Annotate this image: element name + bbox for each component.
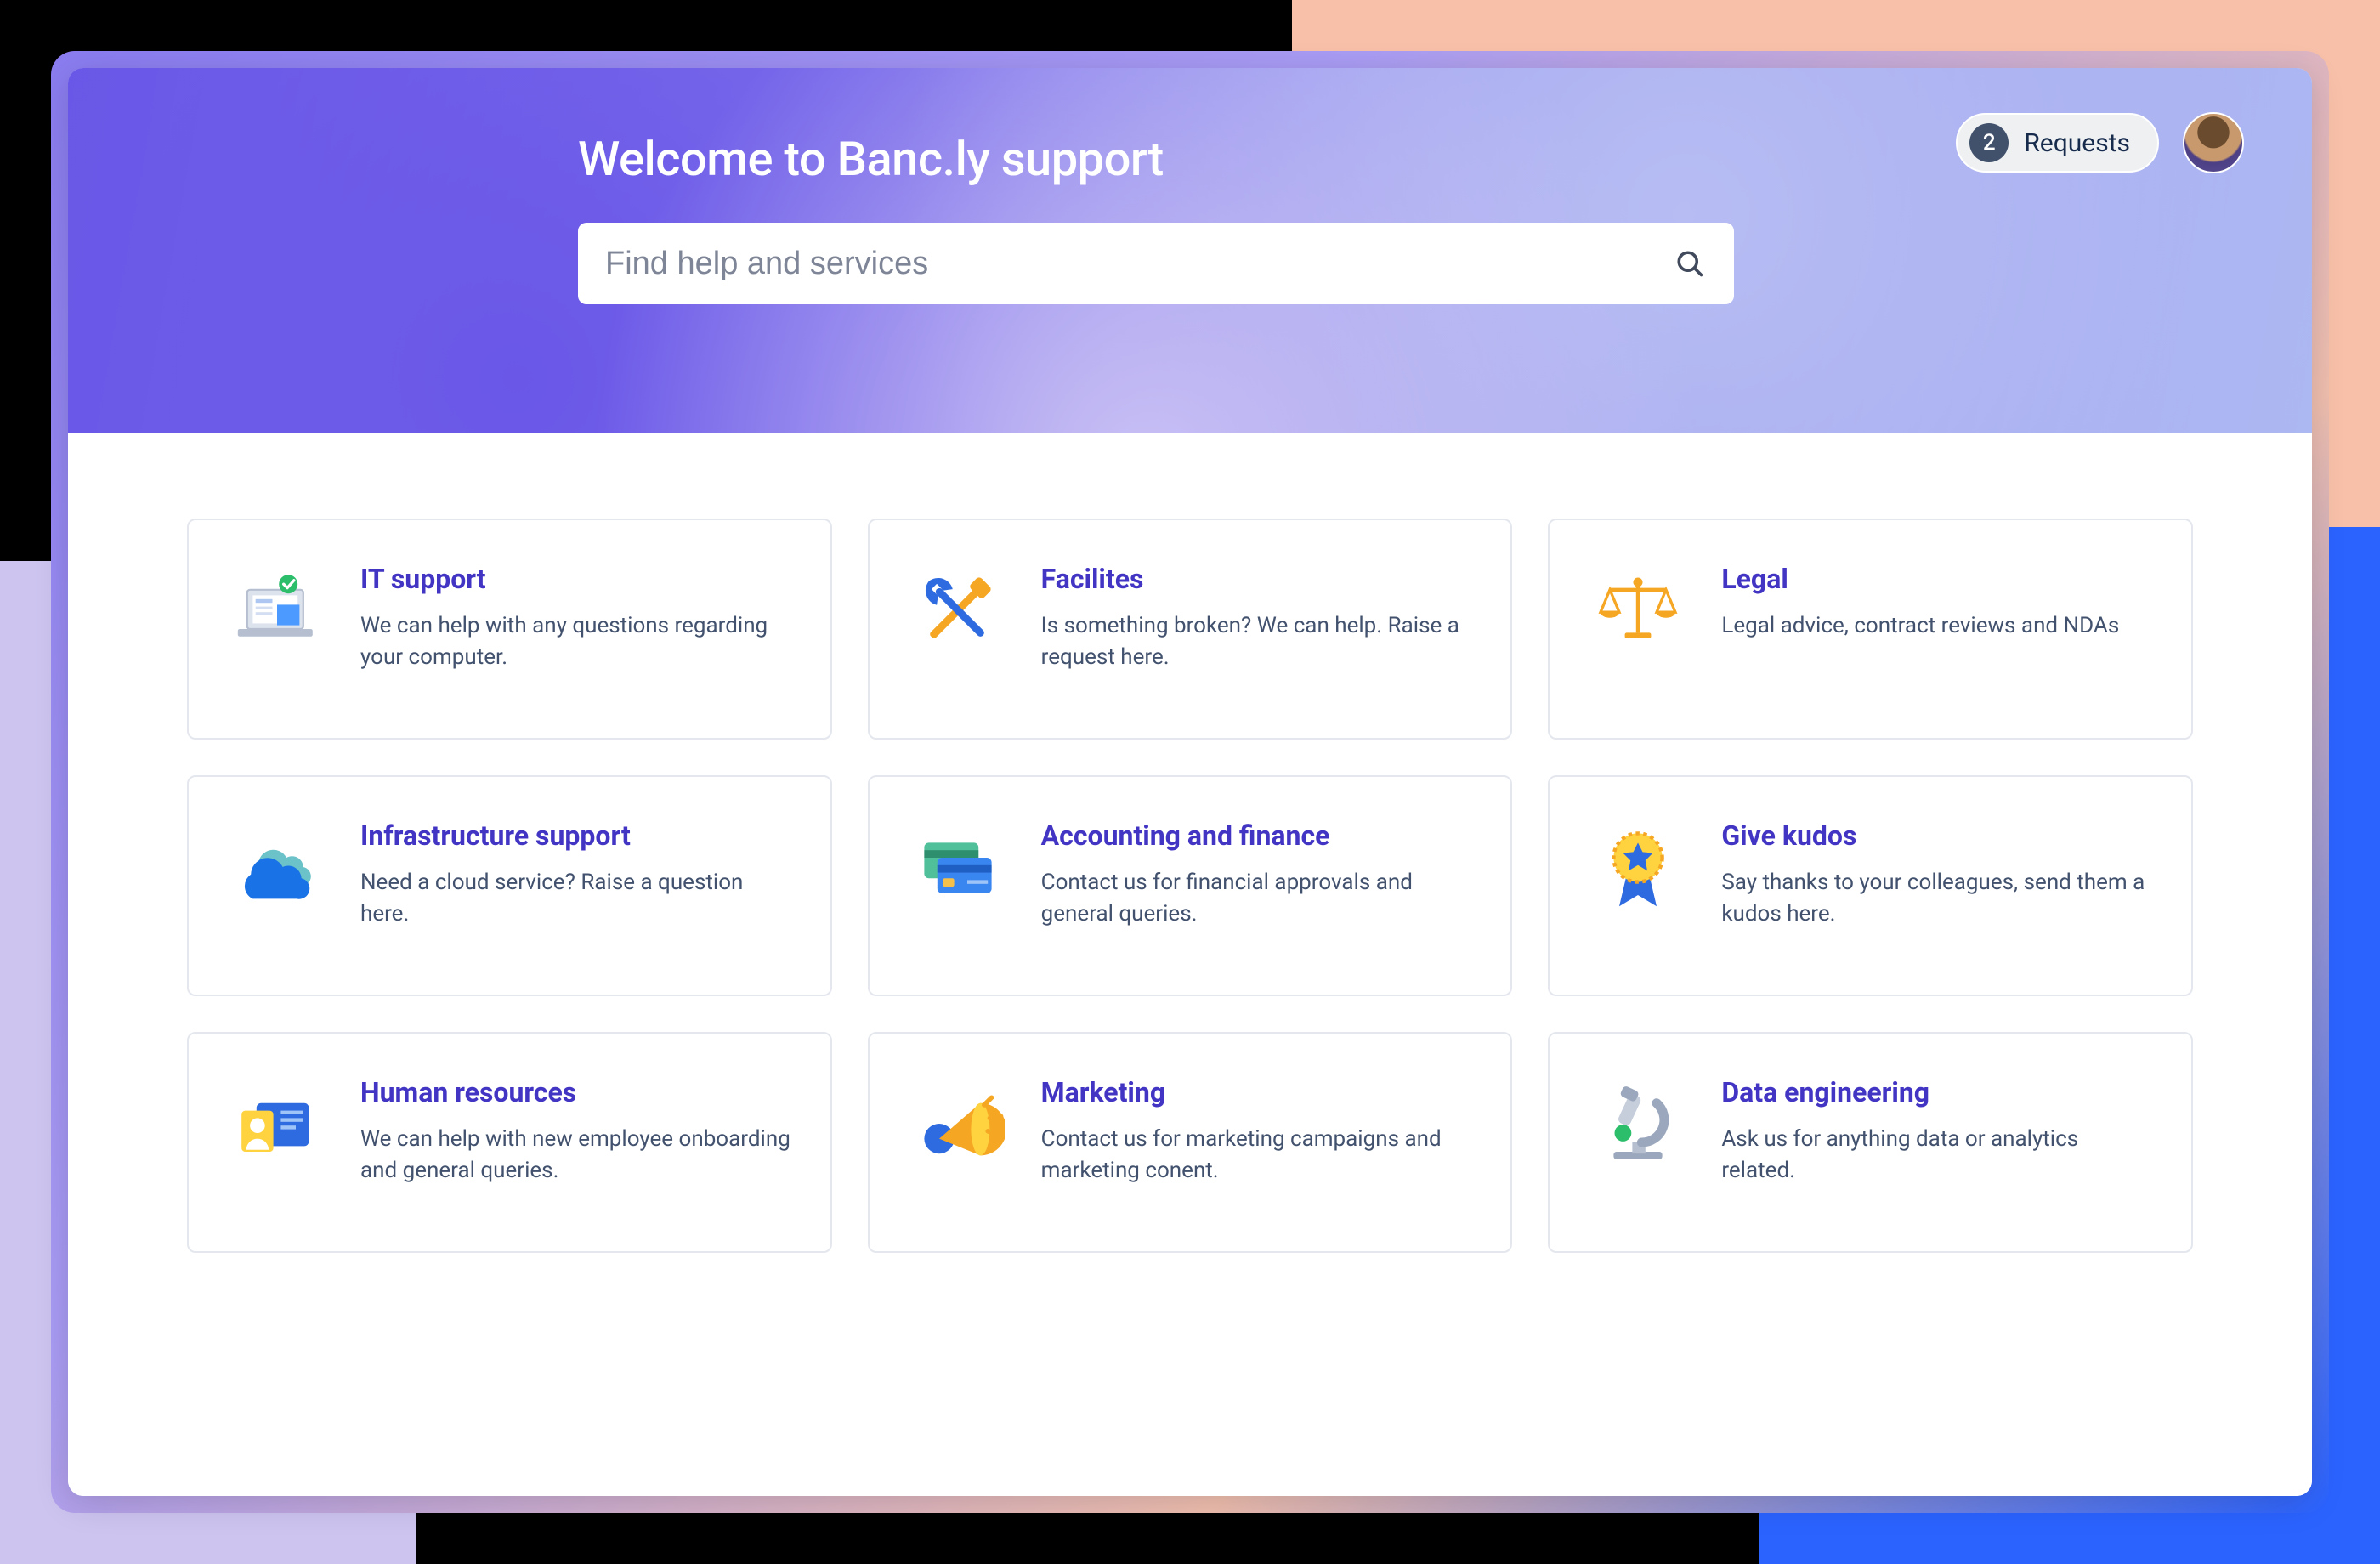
megaphone-icon [907,1073,1009,1175]
card-desc: Contact us for marketing campaigns and m… [1041,1124,1474,1187]
content-area: IT support We can help with any question… [68,434,2312,1496]
card-desc: Contact us for financial approvals and g… [1041,867,1474,930]
card-desc: Say thanks to your colleagues, send them… [1721,867,2154,930]
page-stage: 2 Requests Welcome to Banc.ly support [0,0,2380,1564]
card-infrastructure[interactable]: Infrastructure support Need a cloud serv… [187,775,832,996]
card-title: Accounting and finance [1041,819,1474,852]
card-title: IT support [360,563,793,595]
search-input[interactable] [578,223,1734,304]
card-desc: We can help with new employee onboarding… [360,1124,793,1187]
card-title: Legal [1721,563,2154,595]
cloud-icon [226,816,328,918]
credit-cards-icon [907,816,1009,918]
requests-count-badge: 2 [1969,123,2009,162]
requests-button[interactable]: 2 Requests [1956,113,2159,173]
scales-icon [1587,559,1689,661]
card-title: Data engineering [1721,1076,2154,1108]
category-grid: IT support We can help with any question… [187,518,2193,1253]
card-desc: Ask us for anything data or analytics re… [1721,1124,2154,1187]
requests-label: Requests [2024,128,2130,158]
page-title: Welcome to Banc.ly support [578,131,1734,187]
card-desc: Need a cloud service? Raise a question h… [360,867,793,930]
hero-banner: 2 Requests Welcome to Banc.ly support [68,68,2312,434]
card-accounting[interactable]: Accounting and finance Contact us for fi… [868,775,1513,996]
search-icon [1674,248,1705,279]
top-right-controls: 2 Requests [1956,112,2244,173]
app-window: 2 Requests Welcome to Banc.ly support [68,68,2312,1496]
card-title: Marketing [1041,1076,1474,1108]
computer-check-icon [226,559,328,661]
user-avatar[interactable] [2183,112,2244,173]
card-facilities[interactable]: Facilites Is something broken? We can he… [868,518,1513,740]
award-ribbon-icon [1587,816,1689,918]
microscope-icon [1587,1073,1689,1175]
card-desc: We can help with any questions regarding… [360,610,793,673]
card-legal[interactable]: Legal Legal advice, contract reviews and… [1548,518,2193,740]
card-title: Facilites [1041,563,1474,595]
card-title: Infrastructure support [360,819,793,852]
card-data-engineering[interactable]: Data engineering Ask us for anything dat… [1548,1032,2193,1253]
card-desc: Is something broken? We can help. Raise … [1041,610,1474,673]
id-card-icon [226,1073,328,1175]
tools-icon [907,559,1009,661]
search-field-wrap [578,223,1734,304]
gradient-frame: 2 Requests Welcome to Banc.ly support [51,51,2329,1513]
card-hr[interactable]: Human resources We can help with new emp… [187,1032,832,1253]
card-title: Give kudos [1721,819,2154,852]
card-title: Human resources [360,1076,793,1108]
card-it-support[interactable]: IT support We can help with any question… [187,518,832,740]
card-marketing[interactable]: Marketing Contact us for marketing campa… [868,1032,1513,1253]
card-desc: Legal advice, contract reviews and NDAs [1721,610,2154,642]
card-kudos[interactable]: Give kudos Say thanks to your colleagues… [1548,775,2193,996]
